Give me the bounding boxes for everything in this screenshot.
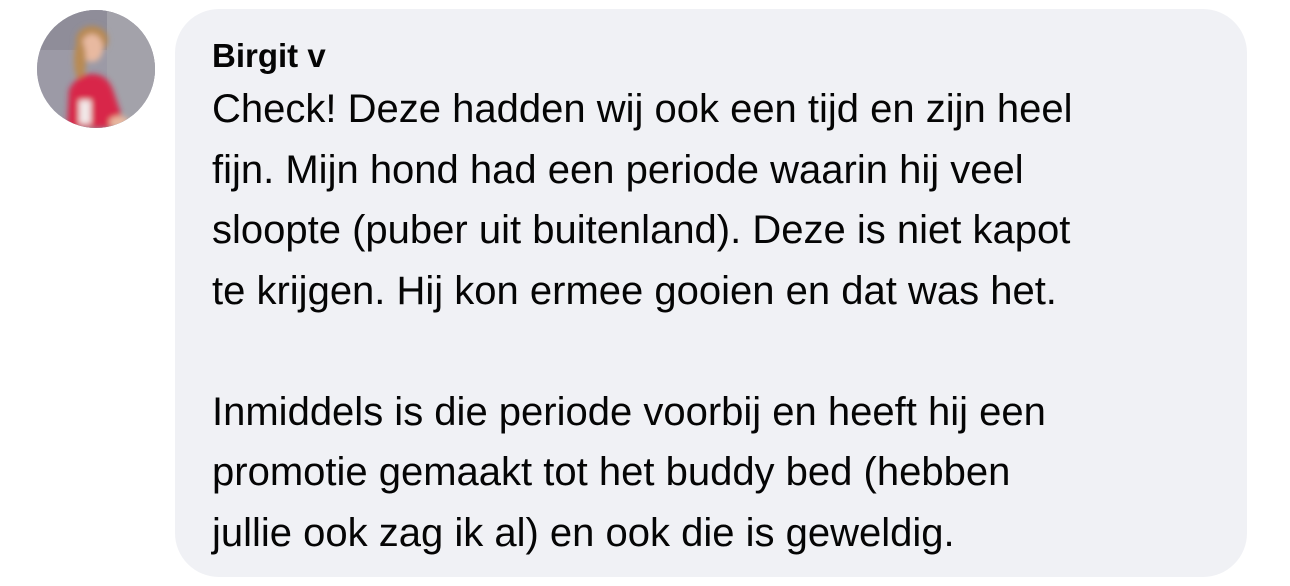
avatar[interactable] xyxy=(37,10,155,128)
comment-line: fijn. Mijn hond had een periode waarin h… xyxy=(212,147,1024,192)
comment-line: te krijgen. Hij kon ermee gooien en dat … xyxy=(212,268,1057,313)
comment-bubble: Birgit v Check! Deze hadden wij ook een … xyxy=(175,9,1247,577)
comment-line: sloopte (puber uit buitenland). Deze is … xyxy=(212,208,1071,252)
profile-photo-icon xyxy=(37,10,155,128)
comment-line: jullie ook zag ik al) en ook die is gewe… xyxy=(212,510,955,555)
comment-line: Check! Deze hadden wij ook een tijd en z… xyxy=(212,87,1073,131)
comment-paragraph: Check! Deze hadden wij ook een tijd en z… xyxy=(212,79,1217,321)
comment-line: Inmiddels is die periode voorbij en heef… xyxy=(212,389,1046,434)
comment-author[interactable]: Birgit v xyxy=(212,33,1217,79)
comment: Birgit v Check! Deze hadden wij ook een … xyxy=(0,0,1290,586)
comment-line: promotie gemaakt tot het buddy bed (hebb… xyxy=(212,450,1011,494)
comment-paragraph: Inmiddels is die periode voorbij en heef… xyxy=(212,382,1217,564)
